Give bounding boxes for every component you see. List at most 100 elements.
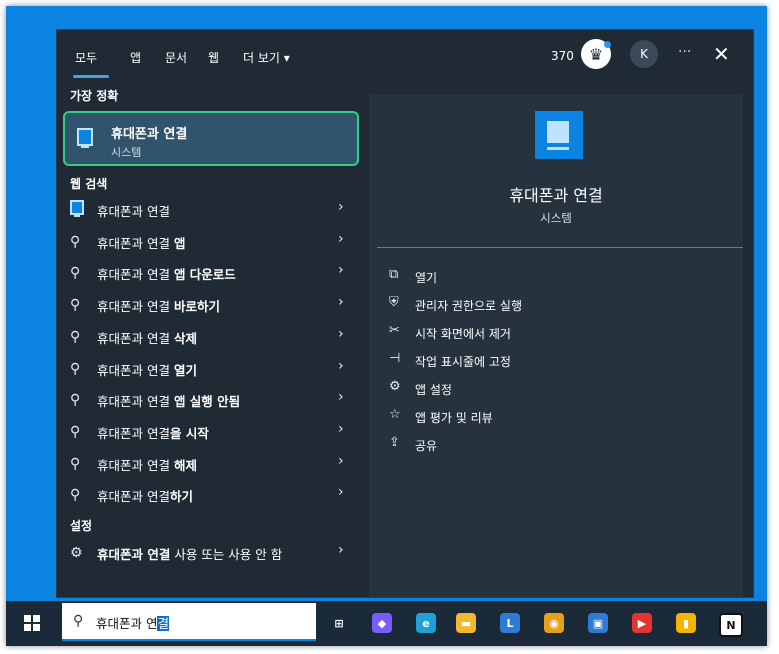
chevron-right-icon[interactable]: › bbox=[338, 199, 344, 215]
web-result-item[interactable]: ⚲ 휴대폰과 연결 바로하기 › bbox=[57, 288, 357, 320]
result-suggestion-text: 을 시작 bbox=[169, 425, 209, 441]
action-label: 시작 화면에서 제거 bbox=[415, 327, 511, 341]
result-query-text: 휴대폰과 연결 bbox=[97, 330, 174, 346]
chevron-right-icon[interactable]: › bbox=[338, 421, 344, 437]
search-value-selected: 결 bbox=[157, 616, 169, 631]
web-result-item[interactable]: ⚲ 휴대폰과 연결 삭제 › bbox=[57, 320, 357, 352]
result-suggestion-text: 해제 bbox=[173, 457, 197, 473]
detail-title: 휴대폰과 연결 bbox=[509, 186, 603, 205]
share-icon: ⇪ bbox=[389, 435, 400, 450]
web-result-item[interactable]: ⚲ 휴대폰과 연결을 시작 › bbox=[57, 415, 357, 447]
web-search-heading: 웹 검색 bbox=[70, 177, 108, 191]
result-query-text: 휴대폰과 연결 bbox=[97, 394, 174, 410]
result-query-text: 휴대폰과 연결 bbox=[97, 425, 170, 441]
tab-more[interactable]: 더 보기 ▾ bbox=[243, 49, 290, 66]
web-result-item[interactable]: ⚲ 휴대폰과 연결하기 › bbox=[57, 478, 357, 510]
tab-web[interactable]: 웹 bbox=[208, 49, 219, 66]
best-match-heading: 가장 정확 bbox=[70, 89, 119, 103]
divider bbox=[377, 247, 743, 248]
start-search-panel: 모두 앱 문서 웹 더 보기 ▾ 370 ♛ K ··· ✕ 가장 정확 휴대폰… bbox=[56, 29, 754, 598]
search-icon: ⚲ bbox=[70, 328, 81, 345]
taskbar: ⚲ 휴대폰과 연결 ⊞ ◆ e ▬ L ◉ ▣ ▶ ▮ N bbox=[6, 601, 767, 646]
web-result-item[interactable]: ⚲ 휴대폰과 연결 해제 › bbox=[57, 447, 357, 479]
tab-all[interactable]: 모두 bbox=[75, 49, 97, 66]
result-query-text: 휴대폰과 연결 bbox=[97, 457, 174, 473]
search-icon: ⚲ bbox=[70, 487, 81, 504]
result-suggestion-text: 앱 bbox=[173, 235, 186, 251]
youtube-music-icon[interactable]: ▶ bbox=[632, 613, 652, 633]
chevron-right-icon[interactable]: › bbox=[338, 389, 344, 405]
edge-icon[interactable]: e bbox=[416, 613, 436, 633]
web-result-item[interactable]: ⚲ 휴대폰과 연결 앱 실행 안됨 › bbox=[57, 383, 357, 415]
taskbar-search-input[interactable]: ⚲ 휴대폰과 연결 bbox=[62, 603, 316, 641]
copilot-icon[interactable]: ◆ bbox=[372, 613, 392, 633]
close-button[interactable]: ✕ bbox=[713, 42, 730, 66]
action-label: 앱 설정 bbox=[415, 383, 452, 397]
web-result-item[interactable]: 휴대폰과 연결 › bbox=[57, 193, 357, 225]
chevron-right-icon[interactable]: › bbox=[338, 358, 344, 374]
search-icon: ⚲ bbox=[70, 265, 81, 282]
action-label: 앱 평가 및 리뷰 bbox=[415, 411, 493, 425]
avatar[interactable]: K bbox=[630, 40, 658, 68]
rewards-points: 370 bbox=[551, 49, 574, 63]
result-query-text: 휴대폰과 연결 bbox=[97, 204, 170, 219]
settings-result-item[interactable]: ⚙ 휴대폰과 연결 사용 또는 사용 안 함 › bbox=[57, 536, 357, 568]
result-suggestion-text: 삭제 bbox=[173, 330, 197, 346]
chevron-right-icon[interactable]: › bbox=[338, 542, 344, 558]
result-suggestion-text: 앱 실행 안됨 bbox=[173, 394, 241, 410]
result-query-text: 휴대폰과 연결 bbox=[97, 267, 174, 283]
settings-item-bold: 휴대폰과 연결 bbox=[97, 547, 171, 562]
file-explorer-icon[interactable]: ▬ bbox=[456, 613, 476, 633]
detail-subtitle: 시스템 bbox=[540, 211, 572, 225]
notification-dot bbox=[604, 41, 611, 48]
result-suggestion-text: 앱 다운로드 bbox=[173, 267, 236, 283]
search-icon: ⚲ bbox=[70, 455, 81, 472]
web-result-item[interactable]: ⚲ 휴대폰과 연결 앱 › bbox=[57, 225, 357, 257]
gear-icon: ⚙ bbox=[389, 379, 401, 394]
app-l-icon[interactable]: L bbox=[500, 613, 520, 633]
action-label: 작업 표시줄에 고정 bbox=[415, 355, 511, 369]
notion-icon[interactable]: N bbox=[719, 613, 743, 637]
result-query-text: 휴대폰과 연결 bbox=[97, 362, 174, 378]
search-icon: ⚲ bbox=[70, 423, 81, 440]
search-value: 휴대폰과 연 bbox=[96, 616, 158, 631]
chevron-right-icon[interactable]: › bbox=[338, 326, 344, 342]
admin-icon: ⛨ bbox=[389, 295, 399, 310]
best-match-subtitle: 시스템 bbox=[111, 146, 142, 159]
store-icon[interactable]: ▣ bbox=[588, 613, 608, 633]
action-label: 관리자 권한으로 실행 bbox=[415, 299, 522, 313]
chevron-right-icon[interactable]: › bbox=[338, 453, 344, 469]
active-tab-indicator bbox=[73, 75, 109, 78]
phone-link-app-icon bbox=[77, 128, 93, 148]
settings-item-rest: 사용 또는 사용 안 함 bbox=[170, 547, 283, 562]
result-query-text: 휴대폰과 연결 bbox=[97, 299, 174, 315]
settings-heading: 설정 bbox=[70, 519, 93, 533]
chevron-right-icon[interactable]: › bbox=[338, 294, 344, 310]
result-query-text: 휴대폰과 연결 bbox=[97, 489, 170, 505]
tab-documents[interactable]: 문서 bbox=[165, 49, 187, 66]
search-icon: ⚲ bbox=[73, 613, 84, 629]
chevron-right-icon[interactable]: › bbox=[338, 262, 344, 278]
phone-link-app-icon-large bbox=[535, 111, 583, 159]
search-icon: ⚲ bbox=[70, 297, 81, 314]
web-result-item[interactable]: ⚲ 휴대폰과 연결 앱 다운로드 › bbox=[57, 256, 357, 288]
windows-start-icon[interactable] bbox=[24, 615, 40, 631]
result-suggestion-text: 바로하기 bbox=[173, 299, 220, 315]
detail-pane: 휴대폰과 연결 시스템 ⧉ 열기 ⛨ 관리자 권한으로 실행 ✂ 시작 화면에서 제거 ⊣ 작… bbox=[369, 94, 743, 597]
action-label: 열기 bbox=[415, 271, 438, 285]
open-icon: ⧉ bbox=[389, 267, 399, 282]
result-query-text: 휴대폰과 연결 bbox=[97, 235, 174, 251]
unpin-icon: ✂ bbox=[389, 323, 400, 338]
web-result-item[interactable]: ⚲ 휴대폰과 연결 열기 › bbox=[57, 352, 357, 384]
chevron-right-icon[interactable]: › bbox=[338, 231, 344, 247]
task-view-icon[interactable]: ⊞ bbox=[329, 613, 349, 633]
best-match-item[interactable]: 휴대폰과 연결 시스템 bbox=[63, 111, 359, 166]
more-options-icon[interactable]: ··· bbox=[678, 44, 691, 60]
pin-taskbar-icon: ⊣ bbox=[389, 351, 401, 366]
chrome-icon[interactable]: ◉ bbox=[544, 613, 564, 633]
keep-icon[interactable]: ▮ bbox=[676, 613, 696, 633]
rate-icon: ☆ bbox=[389, 407, 401, 422]
chevron-right-icon[interactable]: › bbox=[338, 484, 344, 500]
tab-apps[interactable]: 앱 bbox=[130, 49, 141, 66]
best-match-title: 휴대폰과 연결 bbox=[111, 127, 188, 142]
